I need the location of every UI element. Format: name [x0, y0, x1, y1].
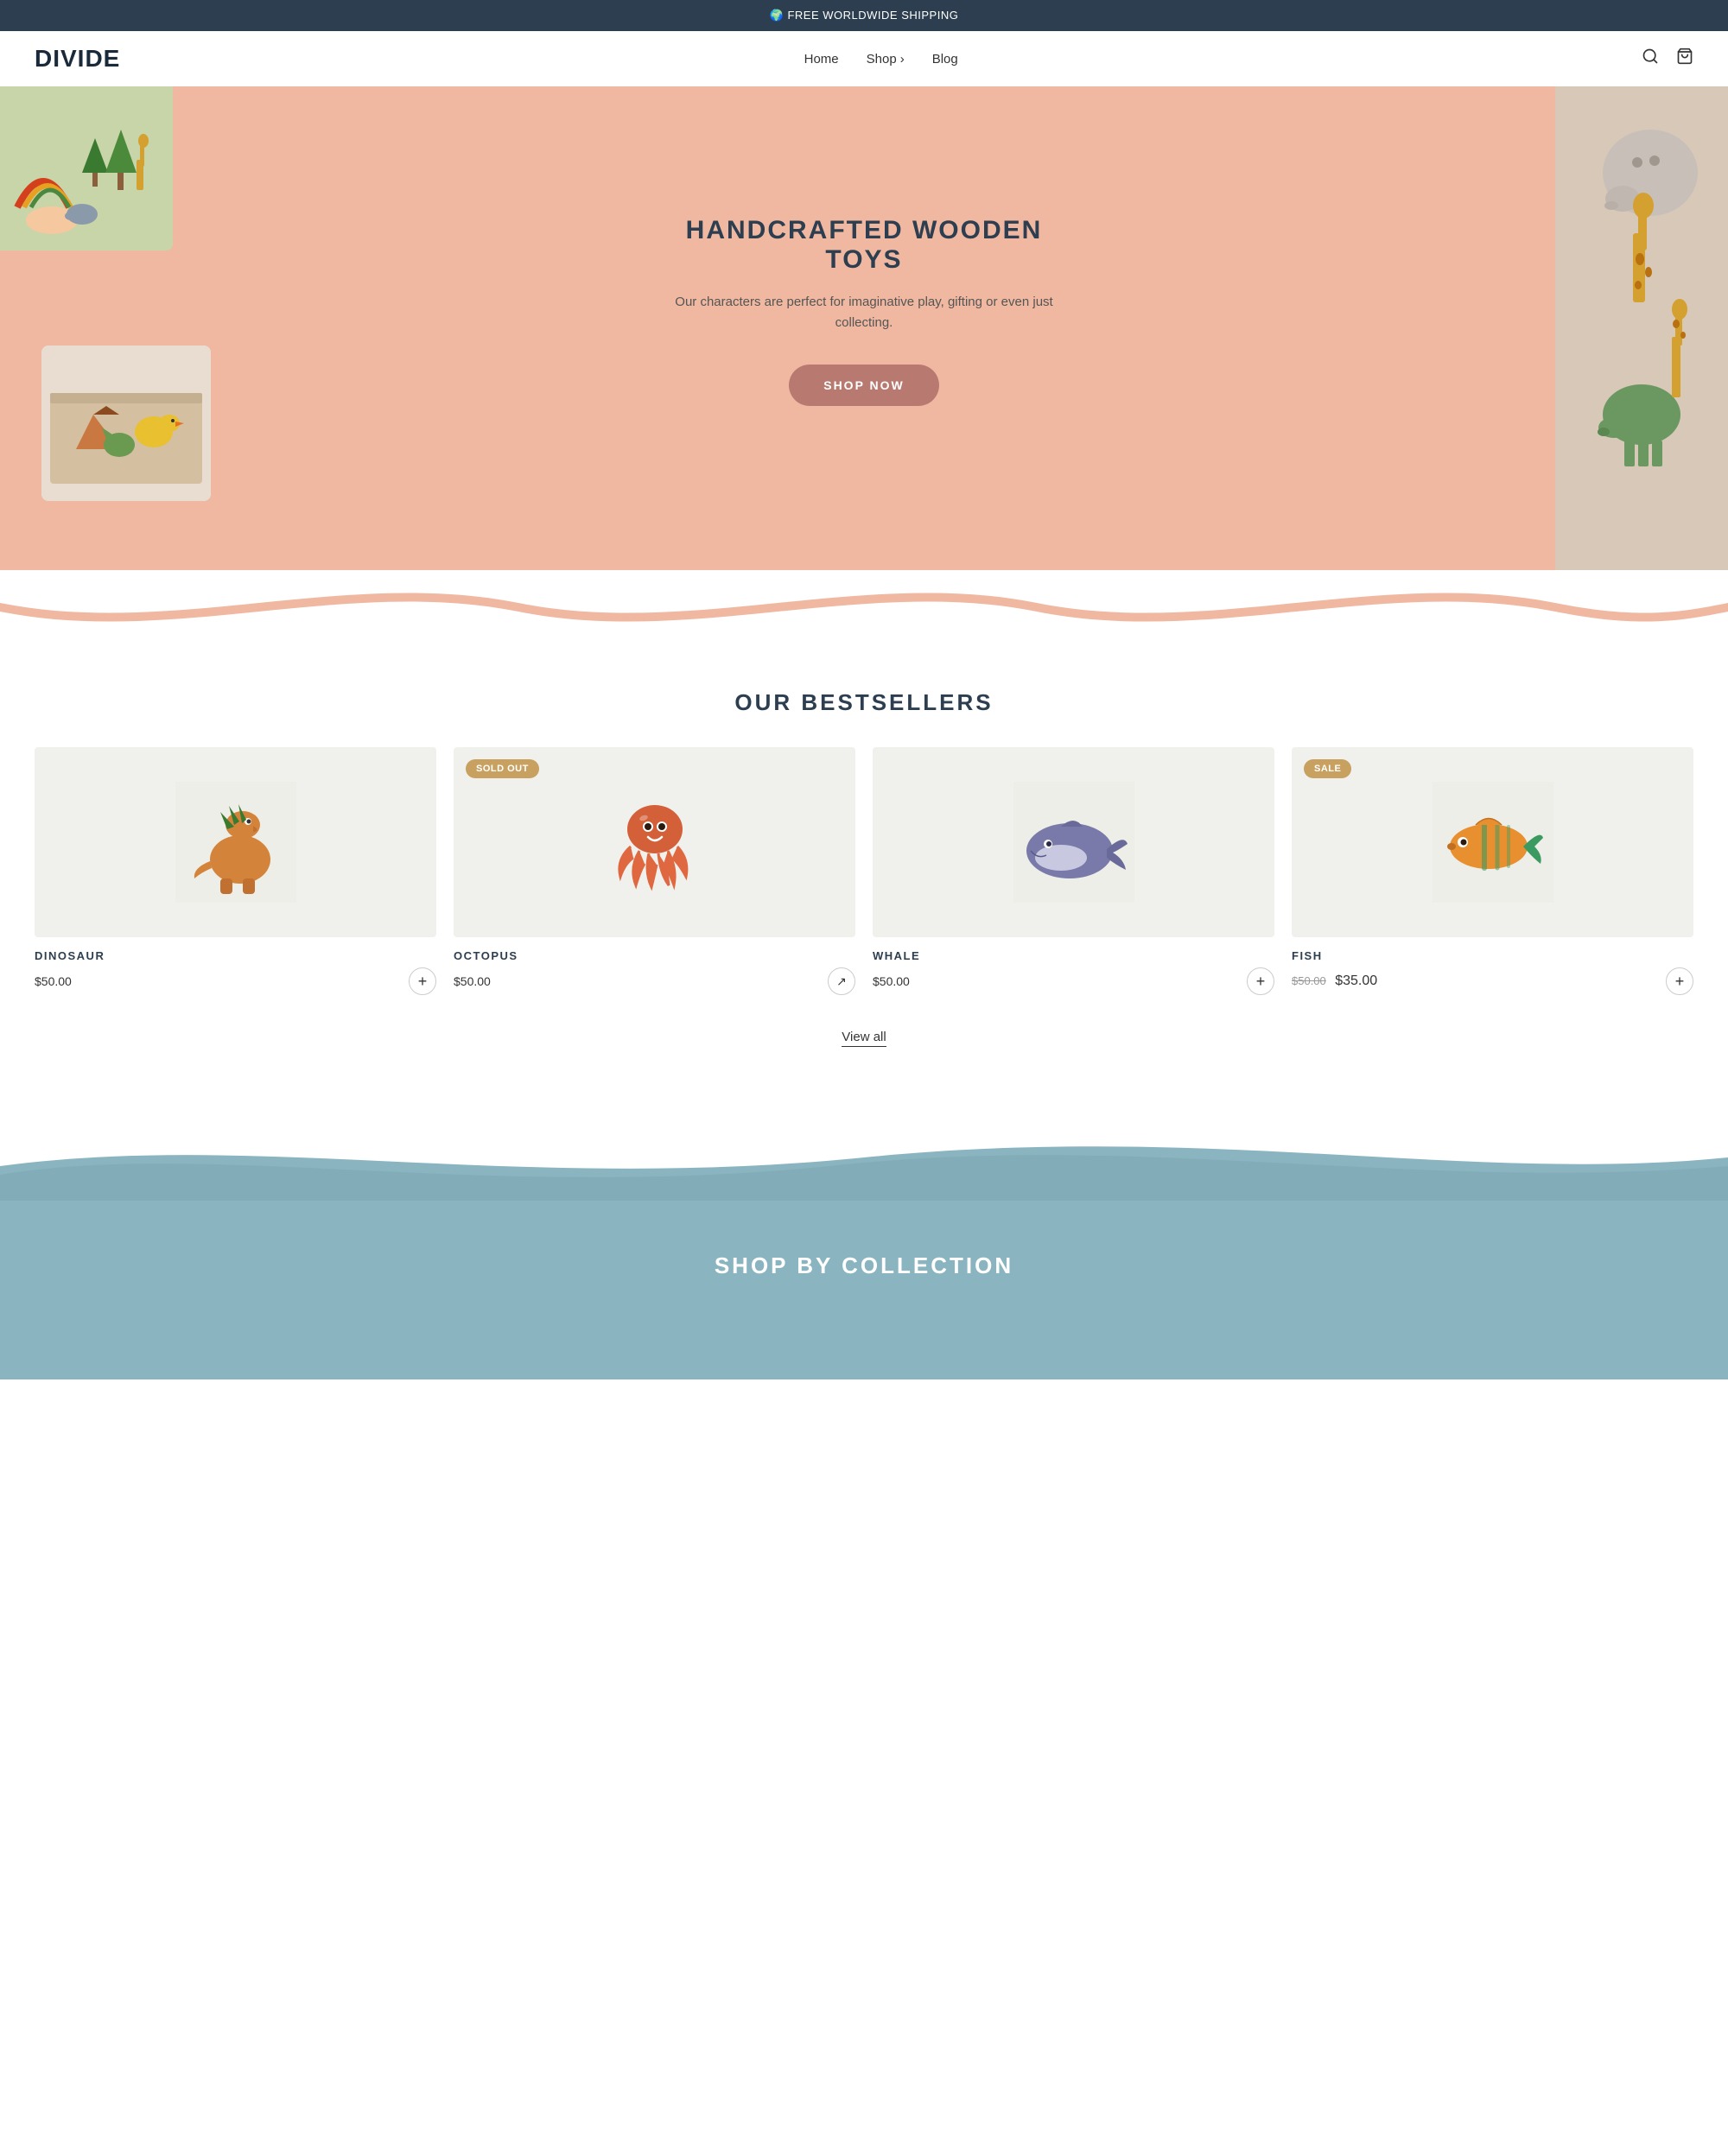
- product-image-fish[interactable]: SALE: [1292, 747, 1693, 937]
- hero-title: HANDCRAFTED WOODEN TOYS: [648, 216, 1080, 275]
- product-image-octopus[interactable]: SOLD OUT: [454, 747, 855, 937]
- collection-title: SHOP BY COLLECTION: [35, 1252, 1693, 1279]
- product-footer-dinosaur: $50.00 +: [35, 967, 436, 995]
- product-footer-whale: $50.00 +: [873, 967, 1274, 995]
- product-card-whale: WHALE $50.00 +: [873, 747, 1274, 995]
- shop-collection-section: SHOP BY COLLECTION: [0, 1201, 1728, 1379]
- hero-section: HANDCRAFTED WOODEN TOYS Our characters a…: [0, 86, 1728, 570]
- view-all-wrap: View all: [35, 1030, 1693, 1045]
- nav-home[interactable]: Home: [804, 52, 839, 67]
- hero-image-left-bottom: [41, 346, 211, 501]
- products-grid: DINOSAUR $50.00 + SOLD OUT: [35, 747, 1693, 995]
- announcement-text: FREE WORLDWIDE SHIPPING: [787, 9, 958, 22]
- cart-icon: [1676, 48, 1693, 65]
- view-octopus-button[interactable]: ↗: [828, 967, 855, 995]
- product-footer-fish: $50.00 $35.00 +: [1292, 967, 1693, 995]
- view-all-link[interactable]: View all: [842, 1030, 886, 1047]
- product-info-whale: WHALE $50.00 +: [873, 949, 1274, 995]
- product-info-dinosaur: DINOSAUR $50.00 +: [35, 949, 436, 995]
- add-dinosaur-button[interactable]: +: [409, 967, 436, 995]
- product-card-dinosaur: DINOSAUR $50.00 +: [35, 747, 436, 995]
- bestsellers-section: OUR BESTSELLERS: [0, 637, 1728, 1080]
- product-price-octopus: $50.00: [454, 974, 491, 988]
- nav-shop[interactable]: Shop ›: [867, 52, 905, 67]
- sold-out-badge: SOLD OUT: [466, 759, 539, 778]
- logo: DIVIDE: [35, 45, 120, 73]
- product-name-fish: FISH: [1292, 949, 1693, 962]
- product-footer-octopus: $50.00 ↗: [454, 967, 855, 995]
- header-icons: [1642, 48, 1693, 70]
- hero-image-left-top: [0, 86, 173, 250]
- fish-original-price: $50.00: [1292, 974, 1326, 987]
- product-card-octopus: SOLD OUT: [454, 747, 855, 995]
- product-price-whale: $50.00: [873, 974, 910, 988]
- chevron-icon: ›: [900, 52, 905, 67]
- hero-wave: [0, 568, 1728, 637]
- search-icon: [1642, 48, 1659, 65]
- header: DIVIDE Home Shop › Blog: [0, 31, 1728, 86]
- product-info-octopus: OCTOPUS $50.00 ↗: [454, 949, 855, 995]
- product-card-fish: SALE: [1292, 747, 1693, 995]
- product-price-dinosaur: $50.00: [35, 974, 72, 988]
- product-name-dinosaur: DINOSAUR: [35, 949, 436, 962]
- cart-button[interactable]: [1676, 48, 1693, 70]
- product-name-octopus: OCTOPUS: [454, 949, 855, 962]
- add-whale-button[interactable]: +: [1247, 967, 1274, 995]
- announcement-icon: 🌍: [770, 9, 785, 22]
- main-nav: Home Shop › Blog: [804, 52, 958, 67]
- bestsellers-title: OUR BESTSELLERS: [35, 689, 1693, 716]
- shop-now-button[interactable]: SHOP NOW: [789, 365, 939, 406]
- product-image-dinosaur[interactable]: [35, 747, 436, 937]
- teal-wave: [0, 1114, 1728, 1201]
- product-name-whale: WHALE: [873, 949, 1274, 962]
- fish-prices: $50.00 $35.00: [1292, 973, 1377, 989]
- add-fish-button[interactable]: +: [1666, 967, 1693, 995]
- product-info-fish: FISH $50.00 $35.00 +: [1292, 949, 1693, 995]
- hero-content: HANDCRAFTED WOODEN TOYS Our characters a…: [648, 216, 1080, 406]
- hero-subtitle: Our characters are perfect for imaginati…: [648, 292, 1080, 333]
- hero-image-right: [1555, 86, 1728, 570]
- search-button[interactable]: [1642, 48, 1659, 70]
- announcement-bar: 🌍 FREE WORLDWIDE SHIPPING: [0, 0, 1728, 31]
- fish-sale-price: $35.00: [1335, 973, 1377, 988]
- sale-badge: SALE: [1304, 759, 1351, 778]
- product-image-whale[interactable]: [873, 747, 1274, 937]
- nav-blog[interactable]: Blog: [932, 52, 958, 67]
